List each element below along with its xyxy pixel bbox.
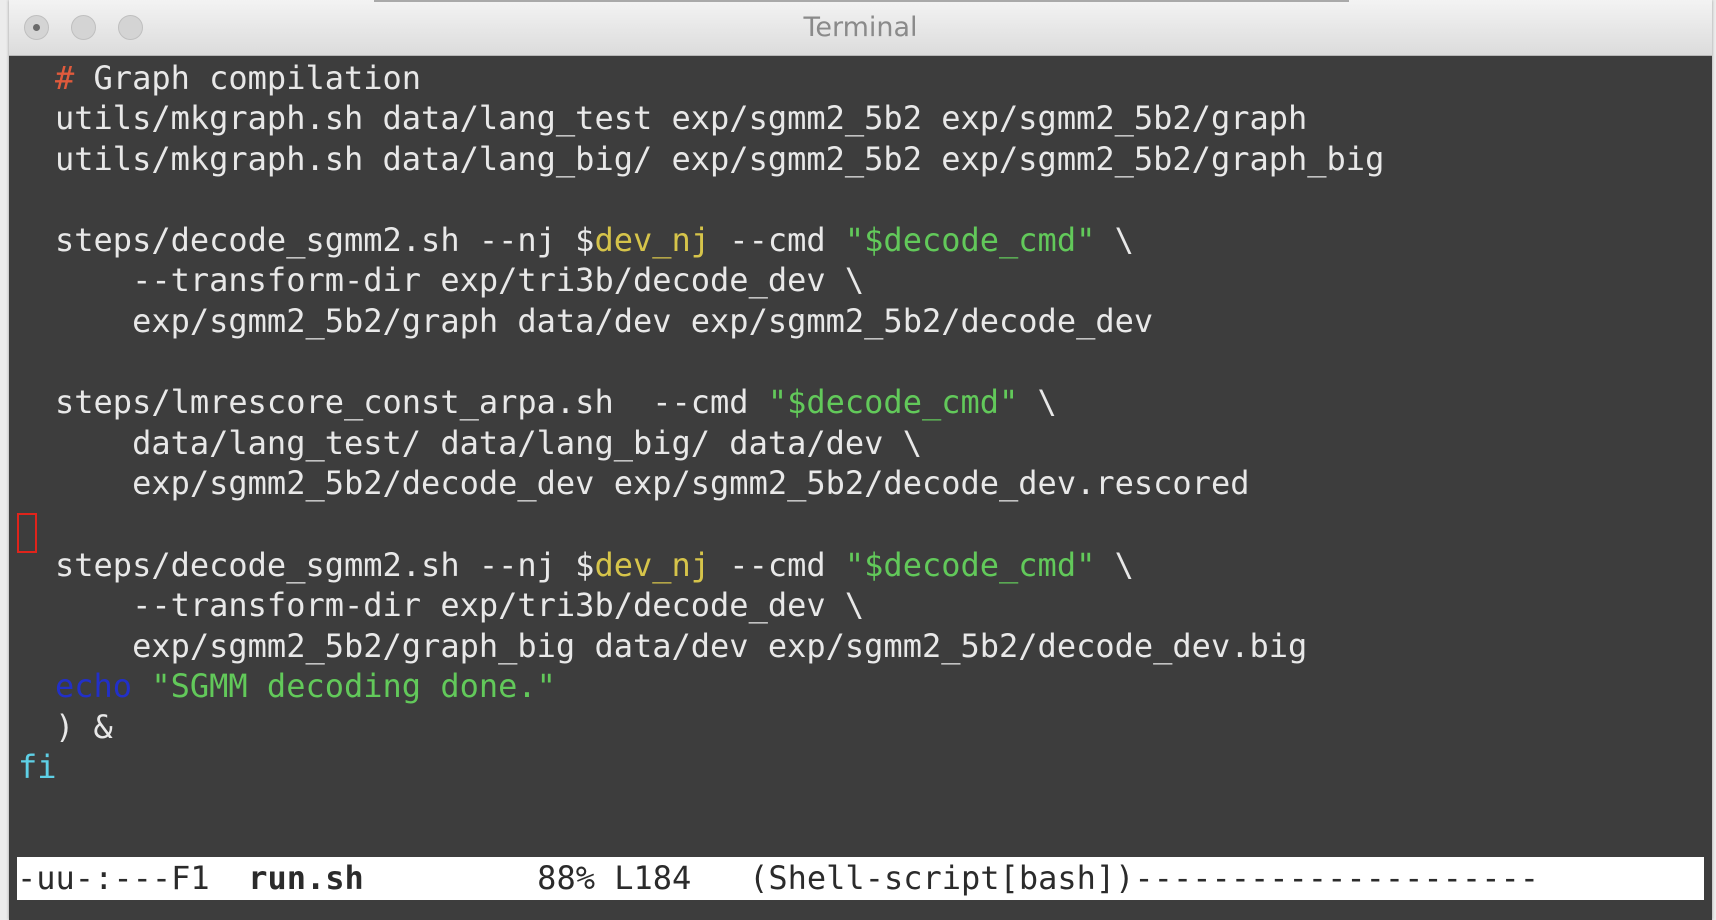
code-text: steps/decode_sgmm2.sh --nj $ — [55, 546, 595, 584]
modeline-filename: run.sh — [248, 859, 364, 897]
string-token: "SGMM decoding done." — [132, 667, 556, 705]
code-text: steps/lmrescore_const_arpa.sh --cmd — [55, 383, 768, 421]
code-text: \ — [1018, 383, 1057, 421]
modeline-status: -uu-:---F1 — [17, 859, 249, 897]
window-title: Terminal — [803, 12, 918, 43]
code-line: steps/decode_sgmm2.sh --nj $dev_nj --cmd… — [55, 543, 1134, 587]
code-text: \ — [1095, 546, 1134, 584]
variable-token: dev_nj — [594, 221, 711, 259]
code-text: --cmd — [710, 546, 845, 584]
code-text: --cmd — [710, 221, 845, 259]
code-line: ) & — [55, 708, 113, 746]
code-line: steps/decode_sgmm2.sh --nj $dev_nj --cmd… — [55, 218, 1134, 262]
string-token: "$decode_cmd" — [844, 221, 1096, 259]
terminal-window: Terminal # Graph compilation utils/mkgra… — [9, 0, 1712, 920]
code-line: --transform-dir exp/tri3b/decode_dev \ — [55, 261, 865, 299]
code-text: \ — [1095, 221, 1134, 259]
modeline-fill: --------------------- — [1134, 859, 1539, 897]
modeline-position: 88% L184 — [363, 859, 750, 897]
code-line: fi — [18, 745, 57, 789]
code-line: # Graph compilation — [55, 56, 421, 100]
title-bar[interactable]: Terminal — [9, 0, 1712, 56]
code-line: utils/mkgraph.sh data/lang_big/ exp/sgmm… — [55, 140, 1385, 178]
string-token: "$decode_cmd" — [767, 383, 1019, 421]
text-cursor — [17, 513, 37, 553]
echo-keyword: echo — [55, 667, 133, 705]
string-token: "$decode_cmd" — [844, 546, 1096, 584]
comment-text: Graph compilation — [93, 59, 422, 97]
variable-token: dev_nj — [594, 546, 711, 584]
title-bar-highlight — [374, 0, 1349, 2]
code-line: --transform-dir exp/tri3b/decode_dev \ — [55, 586, 865, 624]
code-line: utils/mkgraph.sh data/lang_test exp/sgmm… — [55, 99, 1308, 137]
editor-buffer[interactable]: # Graph compilation utils/mkgraph.sh dat… — [9, 56, 1712, 856]
code-line: steps/lmrescore_const_arpa.sh --cmd "$de… — [55, 380, 1057, 424]
code-line: echo "SGMM decoding done." — [55, 664, 556, 708]
modeline-major-mode: (Shell-script[bash]) — [749, 859, 1135, 897]
code-line: data/lang_test/ data/lang_big/ data/dev … — [55, 424, 922, 462]
comment-marker: # — [55, 59, 94, 97]
code-line: exp/sgmm2_5b2/graph data/dev exp/sgmm2_5… — [55, 302, 1154, 340]
code-line: exp/sgmm2_5b2/graph_big data/dev exp/sgm… — [55, 627, 1308, 665]
code-text: steps/decode_sgmm2.sh --nj $ — [55, 221, 595, 259]
minibuffer[interactable] — [9, 900, 1712, 920]
mode-line: -uu-:---F1 run.sh 88% L184 (Shell-script… — [17, 857, 1704, 900]
fi-keyword: fi — [18, 748, 57, 786]
code-line: exp/sgmm2_5b2/decode_dev exp/sgmm2_5b2/d… — [55, 464, 1250, 502]
